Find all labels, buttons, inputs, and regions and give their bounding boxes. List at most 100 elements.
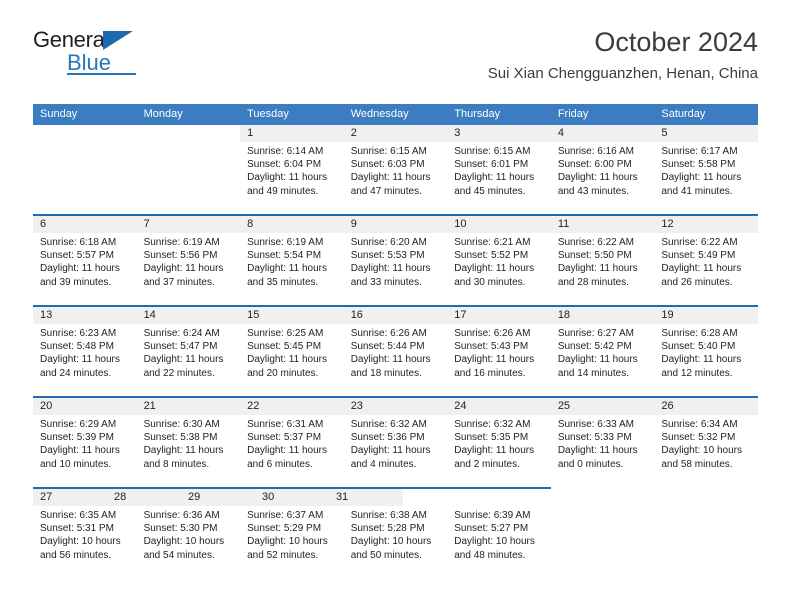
weekday-header-friday: Friday [557,108,589,120]
sunrise-text: Sunrise: 6:30 AM [143,419,220,430]
day-cell[interactable]: Sunrise: 6:33 AM Sunset: 5:33 PM Daylight:… [551,415,655,487]
daylight-text-cont: and 28 minutes. [557,276,629,288]
day-number[interactable]: 12 [654,216,758,233]
weekday-header-thursday: Thursday [454,108,501,120]
day-number[interactable]: 22 [240,398,344,415]
day-number[interactable]: 30 [255,489,329,506]
day-number[interactable]: 5 [654,125,758,142]
sunrise-text: Sunrise: 6:26 AM [350,328,427,339]
sunrise-text: Sunrise: 6:29 AM [40,419,117,430]
sunrise-text: Sunrise: 6:32 AM [454,419,531,430]
day-cell[interactable]: Sunrise: 6:30 AM Sunset: 5:38 PM Daylight:… [137,415,241,487]
day-cell[interactable]: Sunrise: 6:27 AM Sunset: 5:42 PM Daylight:… [551,324,655,396]
daylight-text: Daylight: 11 hours [247,172,327,184]
day-cell[interactable]: Sunrise: 6:32 AM Sunset: 5:35 PM Daylight:… [447,415,551,487]
sunset-text: Sunset: 5:43 PM [454,341,529,353]
daylight-text-cont: and 0 minutes. [557,458,624,470]
sunset-text: Sunset: 5:39 PM [40,432,114,444]
title-block: October 2024 Sui Xian Chengguanzhen, Hen… [488,26,758,84]
day-cell[interactable]: Sunrise: 6:29 AM Sunset: 5:39 PM Daylight:… [33,415,137,487]
day-cell[interactable]: Sunrise: 6:24 AM Sunset: 5:47 PM Daylight:… [137,324,241,396]
day-cell[interactable]: Sunrise: 6:34 AM Sunset: 5:32 PM Daylight:… [654,415,758,487]
daylight-text: Daylight: 10 hours [454,536,535,548]
day-number[interactable]: 19 [654,307,758,324]
daylight-text-cont: and 50 minutes. [350,549,422,561]
day-cell[interactable]: Sunrise: 6:20 AM Sunset: 5:53 PM Daylight:… [344,233,448,305]
brand-logo[interactable]: General Blue [33,29,233,79]
day-cell[interactable]: Sunrise: 6:22 AM Sunset: 5:50 PM Daylight:… [551,233,655,305]
daylight-text-cont: and 45 minutes. [454,185,526,197]
sunrise-text: Sunrise: 6:19 AM [143,237,220,248]
day-number[interactable]: 9 [344,216,448,233]
daylight-text-cont: and 30 minutes. [454,276,526,288]
day-number[interactable]: 23 [344,398,448,415]
triangle-flag-icon [103,31,133,50]
day-number[interactable]: 16 [344,307,448,324]
day-cell[interactable]: Sunrise: 6:25 AM Sunset: 5:45 PM Daylight:… [240,324,344,396]
day-number[interactable]: 6 [33,216,137,233]
day-cell[interactable]: Sunrise: 6:23 AM Sunset: 5:48 PM Daylight:… [33,324,137,396]
daylight-text-cont: and 52 minutes. [247,549,319,561]
day-cell[interactable]: Sunrise: 6:32 AM Sunset: 5:36 PM Daylight:… [344,415,448,487]
daylight-text-cont: and 48 minutes. [454,549,526,561]
day-number[interactable]: 15 [240,307,344,324]
day-cell[interactable]: Sunrise: 6:28 AM Sunset: 5:40 PM Daylight:… [654,324,758,396]
day-cell[interactable]: Sunrise: 6:15 AM Sunset: 6:01 PM Daylight:… [447,142,551,214]
day-cell[interactable]: Sunrise: 6:16 AM Sunset: 6:00 PM Daylight:… [551,142,655,214]
day-number[interactable]: 3 [447,125,551,142]
day-number[interactable]: 27 [33,489,107,506]
day-cell[interactable]: Sunrise: 6:21 AM Sunset: 5:52 PM Daylight:… [447,233,551,305]
sunrise-text: Sunrise: 6:37 AM [247,510,324,521]
day-number[interactable]: 11 [551,216,655,233]
day-cell[interactable]: Sunrise: 6:31 AM Sunset: 5:37 PM Daylight:… [240,415,344,487]
day-number[interactable]: 29 [181,489,255,506]
day-number[interactable]: 20 [33,398,137,415]
day-number-band: 12345 [33,125,758,142]
day-cell[interactable]: Sunrise: 6:15 AM Sunset: 6:03 PM Daylight:… [344,142,448,214]
day-cell[interactable]: Sunrise: 6:37 AM Sunset: 5:29 PM Daylight:… [240,506,344,578]
daylight-text-cont: and 8 minutes. [143,458,210,470]
day-cell[interactable]: Sunrise: 6:26 AM Sunset: 5:43 PM Daylight:… [447,324,551,396]
calendar-week-row: 13 14 15 16 17 18 19 Sunrise: 6:23 AM Sunset: 5:… [33,305,758,396]
daylight-text-cont: and 14 minutes. [557,367,629,379]
day-number[interactable]: 28 [107,489,181,506]
day-number[interactable]: 25 [551,398,655,415]
daylight-text: Daylight: 11 hours [350,354,431,366]
day-number[interactable]: 24 [447,398,551,415]
day-cell-empty [654,506,758,578]
day-cell[interactable]: Sunrise: 6:18 AM Sunset: 5:57 PM Daylight:… [33,233,137,305]
day-number[interactable]: 17 [447,307,551,324]
day-number[interactable]: 21 [137,398,241,415]
sunrise-text: Sunrise: 6:24 AM [143,328,220,339]
day-cell[interactable]: Sunrise: 6:26 AM Sunset: 5:44 PM Daylight:… [344,324,448,396]
day-number[interactable]: 2 [344,125,448,142]
day-number[interactable]: 18 [551,307,655,324]
day-cell[interactable]: Sunrise: 6:19 AM Sunset: 5:54 PM Daylight:… [240,233,344,305]
day-cell[interactable]: Sunrise: 6:14 AM Sunset: 6:04 PM Daylight:… [240,142,344,214]
day-details-band: Sunrise: 6:18 AM Sunset: 5:57 PM Daylight:… [33,233,758,305]
day-cell[interactable]: Sunrise: 6:17 AM Sunset: 5:58 PM Daylight:… [654,142,758,214]
day-number[interactable]: 31 [329,489,403,506]
sunset-text: Sunset: 5:42 PM [557,341,632,353]
sunset-text: Sunset: 5:53 PM [350,250,425,262]
day-cell[interactable]: Sunrise: 6:38 AM Sunset: 5:28 PM Daylight:… [344,506,448,578]
day-number[interactable]: 13 [33,307,137,324]
day-cell[interactable]: Sunrise: 6:36 AM Sunset: 5:30 PM Daylight:… [137,506,241,578]
day-number[interactable]: 1 [240,125,344,142]
day-number[interactable]: 26 [654,398,758,415]
day-cell[interactable]: Sunrise: 6:35 AM Sunset: 5:31 PM Daylight:… [33,506,137,578]
day-number[interactable]: 7 [137,216,241,233]
day-cell[interactable]: Sunrise: 6:39 AM Sunset: 5:27 PM Daylight:… [447,506,551,578]
day-cell[interactable]: Sunrise: 6:22 AM Sunset: 5:49 PM Daylight:… [654,233,758,305]
sunrise-text: Sunrise: 6:28 AM [661,328,738,339]
day-number[interactable]: 8 [240,216,344,233]
sunset-text: Sunset: 5:52 PM [454,250,529,262]
day-number[interactable]: 10 [447,216,551,233]
sunset-text: Sunset: 5:57 PM [40,250,114,262]
day-cell[interactable]: Sunrise: 6:19 AM Sunset: 5:56 PM Daylight:… [137,233,241,305]
day-number[interactable]: 14 [137,307,241,324]
day-number-empty [136,125,241,142]
sunset-text: Sunset: 5:33 PM [557,432,632,444]
sunset-text: Sunset: 5:54 PM [247,250,322,262]
day-number[interactable]: 4 [551,125,655,142]
